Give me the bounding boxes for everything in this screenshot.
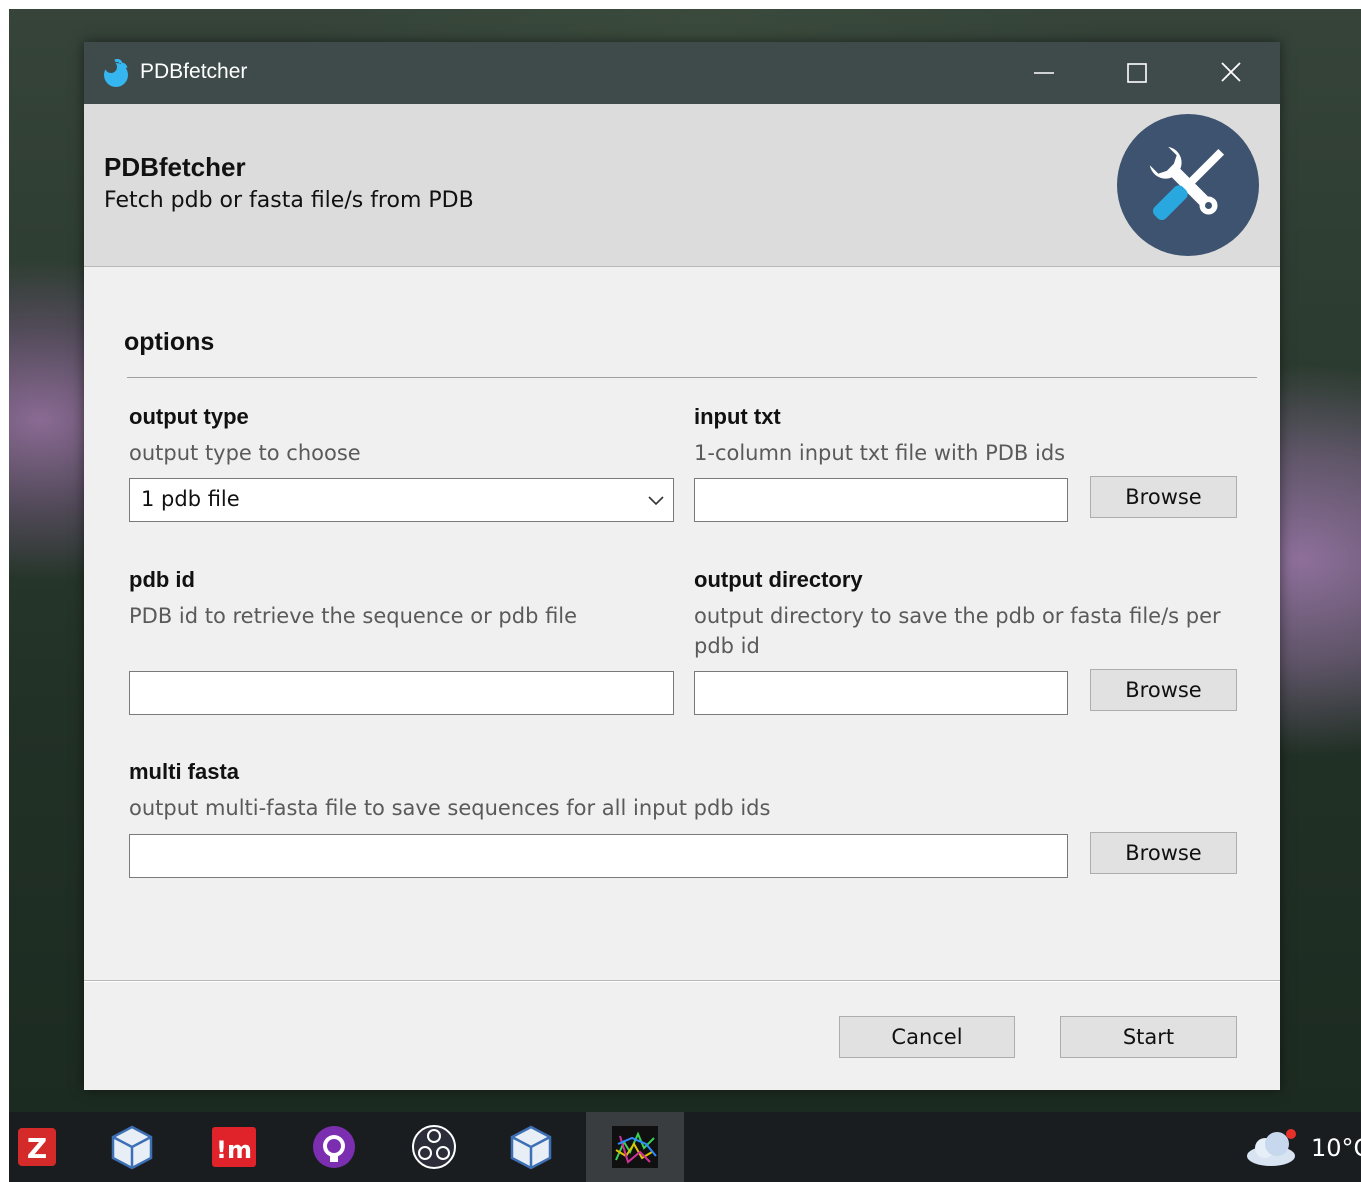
github-icon[interactable] — [309, 1122, 359, 1172]
header-title: PDBfetcher — [104, 152, 246, 182]
screenshot-border-left — [0, 0, 9, 1182]
obs-icon[interactable] — [409, 1122, 459, 1172]
footer-divider-highlight — [84, 981, 1280, 982]
window-title: PDBfetcher — [140, 60, 248, 83]
maximize-icon — [1127, 63, 1147, 83]
input-txt-field[interactable] — [694, 478, 1068, 522]
temperature-readout[interactable]: 10°C — [1311, 1134, 1361, 1162]
input-txt-label: input txt — [694, 404, 781, 429]
options-section-title: options — [124, 328, 215, 356]
pdb-id-field[interactable] — [129, 671, 674, 715]
screenshot-border-top — [0, 0, 1361, 9]
virtualbox-icon[interactable] — [506, 1122, 556, 1172]
multi-fasta-browse-button[interactable]: Browse — [1090, 832, 1237, 874]
imgur-icon[interactable]: !m — [209, 1122, 259, 1172]
output-directory-field[interactable] — [694, 671, 1068, 715]
app-logo-icon — [104, 58, 128, 87]
minimize-button[interactable] — [996, 42, 1090, 104]
output-directory-description: output directory to save the pdb or fast… — [694, 604, 1221, 658]
start-button[interactable]: Start — [1060, 1016, 1237, 1058]
tools-icon — [1117, 114, 1259, 256]
chevron-down-icon — [648, 496, 664, 506]
minimize-icon — [1034, 72, 1054, 74]
close-button[interactable] — [1184, 42, 1278, 104]
multi-fasta-field[interactable] — [129, 834, 1068, 878]
virtualbox-icon[interactable] — [107, 1122, 157, 1172]
cancel-button[interactable]: Cancel — [839, 1016, 1015, 1058]
pdbfetcher-window: PDBfetcher PDBfetcher Fetch pdb or fasta… — [84, 42, 1280, 1090]
close-icon — [1221, 62, 1241, 82]
title-bar[interactable]: PDBfetcher — [84, 42, 1280, 104]
multi-fasta-label: multi fasta — [129, 759, 240, 784]
maximize-button[interactable] — [1090, 42, 1184, 104]
pdb-id-description: PDB id to retrieve the sequence or pdb f… — [129, 604, 578, 628]
molecule-viewer-icon[interactable] — [610, 1122, 660, 1172]
output-type-selected-value: 1 pdb file — [141, 487, 240, 511]
svg-text:!m: !m — [216, 1136, 252, 1164]
section-divider — [127, 377, 1257, 378]
header-subtitle: Fetch pdb or fasta file/s from PDB — [104, 188, 474, 213]
pdb-id-label: pdb id — [129, 567, 195, 592]
zotero-icon[interactable]: Z — [12, 1122, 62, 1172]
output-type-description: output type to choose — [129, 441, 361, 465]
output-directory-browse-button[interactable]: Browse — [1090, 669, 1237, 711]
output-type-select[interactable]: 1 pdb file — [129, 478, 674, 522]
output-directory-label: output directory — [694, 567, 863, 592]
wizard-header: PDBfetcher Fetch pdb or fasta file/s fro… — [84, 104, 1280, 267]
taskbar: Z !m 10°C — [9, 1112, 1361, 1182]
input-txt-description: 1-column input txt file with PDB ids — [694, 441, 1066, 465]
multi-fasta-description: output multi-fasta file to save sequence… — [129, 796, 771, 820]
cloudy-weather-icon[interactable] — [1243, 1128, 1299, 1168]
input-txt-browse-button[interactable]: Browse — [1090, 476, 1237, 518]
output-type-label: output type — [129, 404, 249, 429]
svg-text:Z: Z — [27, 1132, 47, 1165]
